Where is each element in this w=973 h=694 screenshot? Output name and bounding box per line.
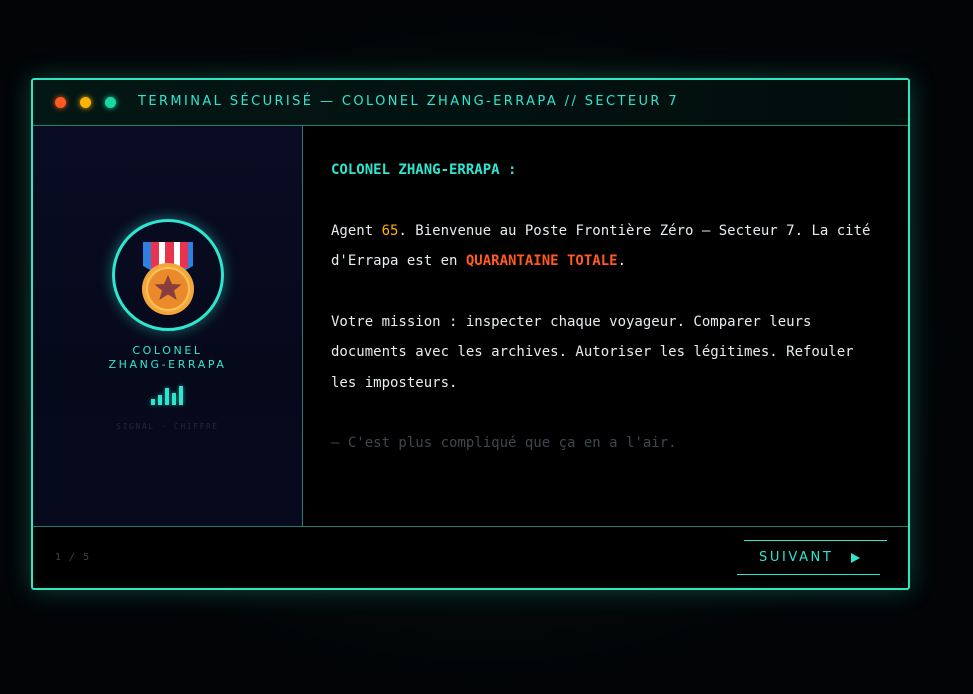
next-button[interactable]: SUIVANT (737, 540, 887, 575)
speaker-avatar (112, 219, 224, 331)
speaker-name-line2: ZHANG-ERRAPA (108, 358, 227, 371)
dialogue-p1-start: Agent (331, 222, 382, 239)
title-bar: TERMINAL SÉCURISÉ — COLONEL ZHANG-ERRAPA… (33, 80, 908, 126)
window-title: TERMINAL SÉCURISÉ — COLONEL ZHANG-ERRAPA… (138, 94, 680, 109)
dialogue-speaker-label: COLONEL ZHANG-ERRAPA : (331, 162, 517, 178)
dialogue-aside: — C'est plus compliqué que ça en a l'air… (331, 435, 677, 451)
next-button-bottom-border (737, 574, 880, 575)
dialog-footer: 1 / 5 SUIVANT (33, 526, 908, 589)
stage: TERMINAL SÉCURISÉ — COLONEL ZHANG-ERRAPA… (0, 0, 973, 694)
speaker-name-line1: COLONEL (132, 344, 203, 357)
signal-bars-icon (151, 385, 185, 405)
dialogue-p1-end: . (617, 253, 627, 269)
dialogue-text: COLONEL ZHANG-ERRAPA : Agent 65. Bienven… (331, 155, 876, 459)
speaker-panel: COLONEL ZHANG-ERRAPA SIGNAL · CHIFFRÉ (33, 126, 303, 526)
signal-caption: SIGNAL · CHIFFRÉ (116, 422, 219, 431)
next-button-top-border (744, 540, 887, 541)
dialogue-paragraph-2: Votre mission : inspecter chaque voyageu… (331, 313, 854, 391)
next-button-label: SUIVANT (759, 550, 834, 565)
window-dot-red-icon (55, 97, 66, 108)
page-counter: 1 / 5 (55, 552, 91, 563)
speaker-name: COLONEL ZHANG-ERRAPA (33, 344, 302, 372)
dialogue-paragraph-1: Agent 65. Bienvenue au Poste Frontière Z… (331, 216, 876, 277)
window-dot-green-icon (105, 97, 116, 108)
dialog-window: TERMINAL SÉCURISÉ — COLONEL ZHANG-ERRAPA… (31, 78, 910, 590)
play-icon (851, 553, 860, 563)
agent-number: 65 (381, 222, 399, 239)
medal-icon (142, 242, 194, 315)
window-dot-yellow-icon (80, 97, 91, 108)
quarantine-alert: QUARANTAINE TOTALE (465, 253, 618, 269)
